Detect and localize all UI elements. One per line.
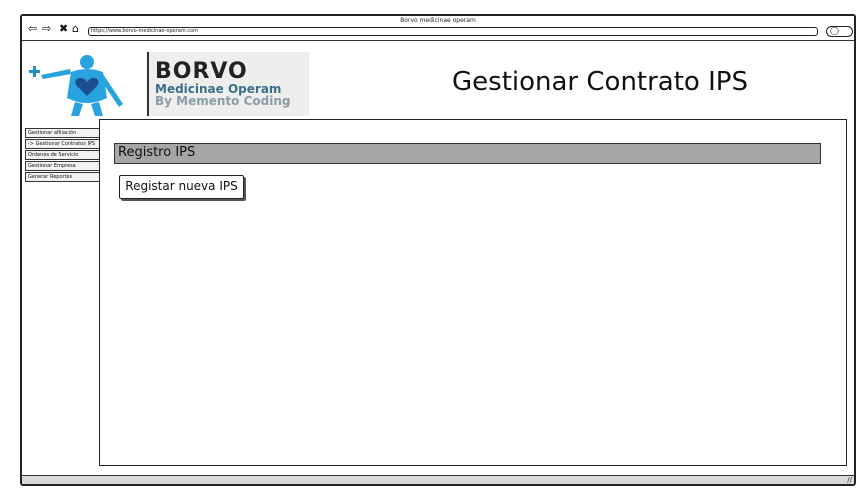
- medical-figure-icon: [29, 55, 123, 116]
- window-title: Borvo medicinae operam: [400, 17, 476, 24]
- search-icon: ◯: [830, 26, 839, 35]
- sidebar: Gestionar afiliación -> Gestionar Contra…: [25, 128, 100, 183]
- register-ips-button[interactable]: Registar nueva IPS: [119, 175, 244, 199]
- logo-text-block: BORVO Medicinae Operam By Memento Coding: [147, 52, 309, 116]
- back-icon[interactable]: ⇦: [28, 23, 37, 34]
- forward-icon[interactable]: ⇨: [42, 23, 51, 34]
- sidebar-item-gestionar-empresa[interactable]: Gestionar Empresa: [25, 161, 100, 171]
- main-content-panel: Registro IPS Registar nueva IPS: [99, 119, 847, 466]
- sidebar-item-gestionar-afiliacion[interactable]: Gestionar afiliación: [25, 128, 100, 138]
- browser-titlebar: Borvo medicinae operam ⇦ ⇨ ✖ ⌂ https://w…: [22, 16, 854, 41]
- url-input[interactable]: https://www.borvo-medicinae-operam.com: [88, 27, 818, 36]
- page-title: Gestionar Contrato IPS: [452, 67, 748, 97]
- stop-icon[interactable]: ✖: [59, 23, 68, 34]
- logo-tagline: By Memento Coding: [155, 94, 291, 108]
- logo-brand: BORVO: [155, 59, 248, 84]
- app-logo: BORVO Medicinae Operam By Memento Coding: [27, 52, 309, 116]
- sidebar-item-generar-reportes[interactable]: Generar Reportes: [25, 172, 100, 182]
- home-icon[interactable]: ⌂: [72, 23, 79, 34]
- resize-handle-icon[interactable]: //: [847, 476, 852, 484]
- sidebar-item-gestionar-contratos-ips[interactable]: -> Gestionar Contratos IPS: [25, 139, 100, 149]
- search-button[interactable]: ◯: [826, 26, 853, 37]
- section-header: Registro IPS: [114, 143, 821, 164]
- sidebar-item-ordenes-de-servicio[interactable]: Ordenes de Servicio: [25, 150, 100, 160]
- status-bar: //: [22, 475, 854, 484]
